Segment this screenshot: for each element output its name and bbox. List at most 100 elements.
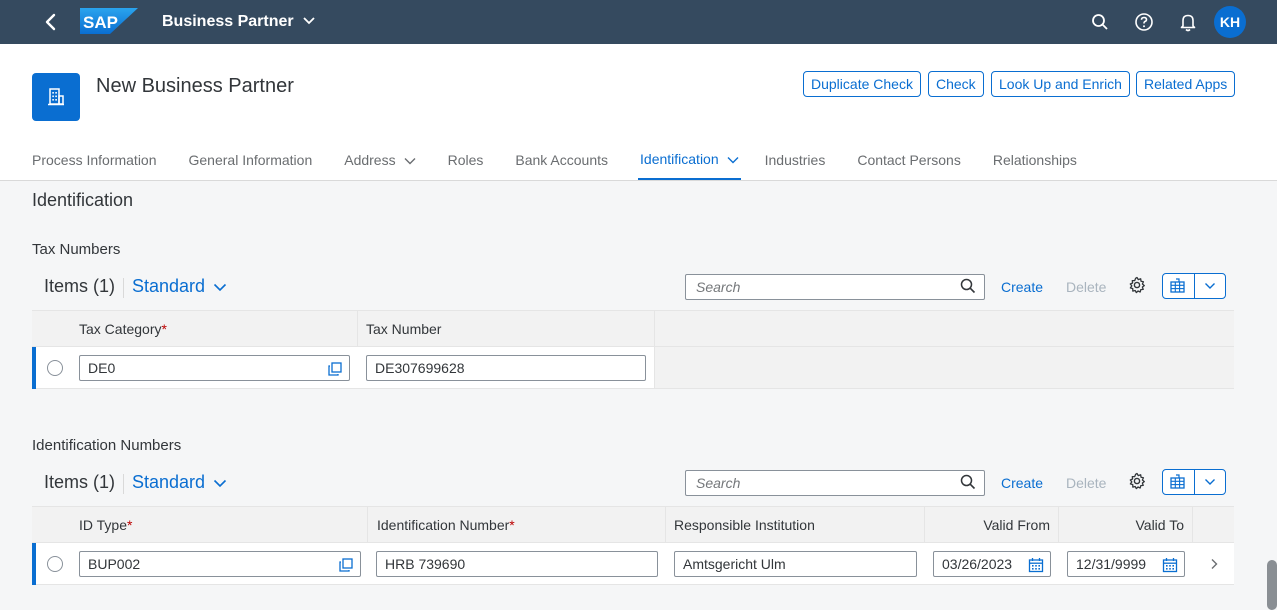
export-spreadsheet-icon[interactable] xyxy=(1163,274,1194,298)
tab-identification[interactable]: Identification xyxy=(638,140,741,180)
search-icon[interactable] xyxy=(960,278,976,299)
valid-from-date-picker[interactable]: 03/26/2023 xyxy=(933,551,1051,577)
search-input[interactable] xyxy=(686,275,946,299)
column-header-valid-to[interactable]: Valid To xyxy=(1066,507,1184,543)
page-title: New Business Partner xyxy=(96,75,294,97)
value-help-icon[interactable] xyxy=(327,360,343,384)
value-help-icon[interactable] xyxy=(338,556,354,580)
required-marker: * xyxy=(127,517,133,533)
app-title-menu[interactable]: Business Partner xyxy=(162,13,316,31)
tax-category-field[interactable]: DE0 xyxy=(79,355,350,381)
id-type-value: BUP002 xyxy=(88,556,141,572)
column-divider xyxy=(924,507,925,543)
chevron-down-icon[interactable] xyxy=(1193,274,1225,298)
tab-label: Industries xyxy=(764,152,826,168)
required-marker: * xyxy=(509,517,515,533)
export-menu-button[interactable] xyxy=(1162,273,1226,299)
look-up-and-enrich-button[interactable]: Look Up and Enrich xyxy=(991,71,1130,97)
export-spreadsheet-icon[interactable] xyxy=(1163,470,1194,494)
gear-icon[interactable] xyxy=(1128,276,1146,299)
notifications-bell-icon[interactable] xyxy=(1177,11,1199,33)
tab-relationships[interactable]: Relationships xyxy=(993,140,1077,180)
tab-roles[interactable]: Roles xyxy=(448,140,484,180)
column-header-responsible-institution[interactable]: Responsible Institution xyxy=(674,507,815,543)
identification-number-field[interactable]: HRB 739690 xyxy=(376,551,658,577)
back-icon[interactable] xyxy=(40,10,62,34)
responsible-institution-field[interactable]: Amtsgericht Ulm xyxy=(674,551,917,577)
user-avatar[interactable]: KH xyxy=(1214,6,1246,38)
table-empty-area xyxy=(655,347,1234,388)
tab-label: Address xyxy=(344,152,396,168)
column-header-tax-number[interactable]: Tax Number xyxy=(366,311,441,347)
shell-bar: SAP Business Partner KH xyxy=(0,0,1277,44)
chevron-down-icon xyxy=(727,139,739,179)
sap-logo: SAP xyxy=(80,8,138,34)
valid-to-value: 12/31/9999 xyxy=(1076,556,1147,572)
search-input[interactable] xyxy=(686,471,946,495)
column-header-tax-category[interactable]: Tax Category* xyxy=(79,311,167,347)
tab-bank-accounts[interactable]: Bank Accounts xyxy=(515,140,608,180)
create-button[interactable]: Create xyxy=(1001,279,1043,295)
column-divider xyxy=(367,507,368,543)
tab-label: Identification xyxy=(640,151,719,167)
valid-to-date-picker[interactable]: 12/31/9999 xyxy=(1067,551,1185,577)
column-header-identification-number[interactable]: Identification Number* xyxy=(377,507,515,543)
delete-button[interactable]: Delete xyxy=(1066,475,1106,491)
variant-selector[interactable]: Standard xyxy=(132,276,227,297)
chevron-down-icon xyxy=(404,140,416,180)
row-navigation-chevron-right-icon[interactable] xyxy=(1210,557,1218,575)
calendar-icon[interactable] xyxy=(1162,556,1178,580)
tab-address[interactable]: Address xyxy=(344,140,416,180)
delete-button[interactable]: Delete xyxy=(1066,279,1106,295)
tab-label: General Information xyxy=(188,152,313,168)
table-row[interactable]: BUP002 HRB 739690 Amtsgericht Ulm 03/26/… xyxy=(32,543,1234,585)
id-type-field[interactable]: BUP002 xyxy=(79,551,361,577)
column-header-valid-from[interactable]: Valid From xyxy=(932,507,1050,543)
tax-number-value: DE307699628 xyxy=(375,360,465,376)
create-button[interactable]: Create xyxy=(1001,475,1043,491)
search-icon[interactable] xyxy=(1089,11,1111,33)
sap-logo-text: SAP xyxy=(83,13,118,32)
search-icon[interactable] xyxy=(960,474,976,495)
chevron-down-icon xyxy=(213,276,227,297)
column-divider xyxy=(1058,507,1059,543)
page-scrollbar[interactable] xyxy=(1267,560,1277,610)
search-field[interactable] xyxy=(685,274,985,300)
variant-label: Standard xyxy=(132,472,206,492)
column-divider xyxy=(665,507,666,543)
export-menu-button[interactable] xyxy=(1162,469,1226,495)
calendar-icon[interactable] xyxy=(1028,556,1044,580)
row-select-radio[interactable] xyxy=(47,556,63,572)
row-select-radio[interactable] xyxy=(47,360,63,376)
tab-label: Relationships xyxy=(992,152,1077,168)
chevron-down-icon xyxy=(213,472,227,493)
items-count: Items (1) xyxy=(44,472,116,492)
column-header-label: Valid To xyxy=(1135,517,1184,533)
user-initials: KH xyxy=(1219,14,1241,30)
table-row[interactable]: DE0 DE307699628 xyxy=(32,347,1234,389)
column-header-id-type[interactable]: ID Type* xyxy=(79,507,132,543)
chevron-down-icon[interactable] xyxy=(1193,470,1225,494)
section-title: Identification xyxy=(32,190,134,210)
duplicate-check-button[interactable]: Duplicate Check xyxy=(803,71,921,97)
help-icon[interactable] xyxy=(1133,11,1155,33)
tax-category-value: DE0 xyxy=(88,360,116,376)
toolbar-separator xyxy=(123,474,124,494)
column-header-label: Valid From xyxy=(983,517,1050,533)
tab-process-information[interactable]: Process Information xyxy=(32,140,157,180)
gear-icon[interactable] xyxy=(1128,472,1146,495)
check-button[interactable]: Check xyxy=(928,71,984,97)
identification-numbers-title: Identification Numbers xyxy=(32,437,182,454)
search-field[interactable] xyxy=(685,470,985,496)
related-apps-button[interactable]: Related Apps xyxy=(1136,71,1236,97)
column-divider xyxy=(357,311,358,347)
table-header: Tax Category* Tax Number xyxy=(32,311,1234,347)
app-title: Business Partner xyxy=(162,13,294,30)
tax-numbers-table: Tax Category* Tax Number DE0 DE307699628 xyxy=(32,310,1234,389)
tab-contact-persons[interactable]: Contact Persons xyxy=(857,140,961,180)
variant-selector[interactable]: Standard xyxy=(132,472,227,493)
tab-label: Bank Accounts xyxy=(515,152,609,168)
tab-general-information[interactable]: General Information xyxy=(189,140,313,180)
tax-number-field[interactable]: DE307699628 xyxy=(366,355,646,381)
tab-industries[interactable]: Industries xyxy=(765,140,826,180)
